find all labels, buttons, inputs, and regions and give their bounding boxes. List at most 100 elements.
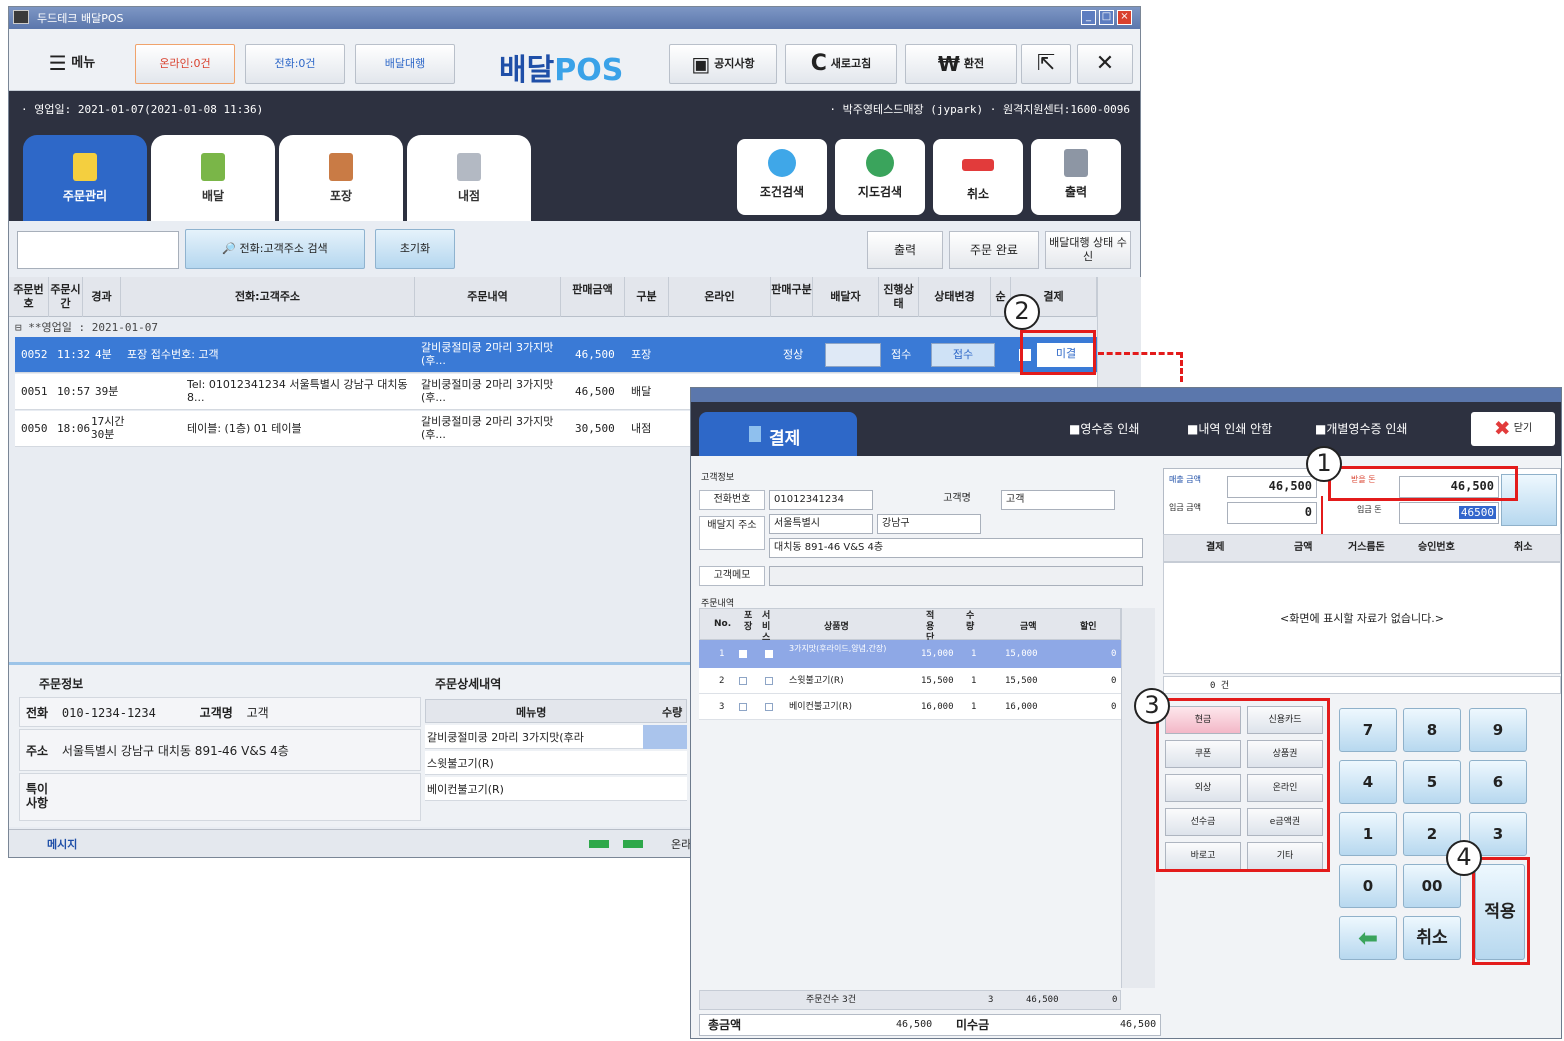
status-led-icon	[623, 840, 643, 848]
address-detail-field[interactable]: 대치동 891-46 V&S 4층	[769, 538, 1143, 558]
calculator-icon	[749, 426, 761, 442]
item-row[interactable]: 1 3가지맛(후라이드,양념,간장) 15,000 1 15,000 0	[699, 640, 1121, 668]
search-input[interactable]	[17, 231, 179, 269]
key-cancel[interactable]: 취소	[1403, 916, 1461, 960]
payment-list-header: 결제 금액 거스름돈 승인번호 취소	[1163, 534, 1561, 562]
minimize-icon[interactable]: _	[1081, 10, 1096, 25]
maximize-icon[interactable]: □	[1099, 10, 1114, 25]
col-rider[interactable]: 배달자	[813, 277, 879, 317]
delivery-status-receive-button[interactable]: 배달대행 상태 수신	[1045, 231, 1131, 269]
won-icon: ₩	[937, 52, 960, 76]
online-orders-button[interactable]: 온라인:0건	[135, 44, 235, 84]
key-1[interactable]: 1	[1339, 812, 1397, 856]
col-items[interactable]: 주문내역	[415, 277, 561, 317]
exit-icon[interactable]: ✕	[1077, 44, 1133, 84]
status-change-button[interactable]: 접수	[931, 343, 995, 367]
key-9[interactable]: 9	[1469, 708, 1527, 752]
receipt-print-option[interactable]: ■영수증 인쇄	[1069, 420, 1139, 437]
condition-search-button[interactable]: 조건검색	[737, 139, 827, 215]
info-bar: · 영업일: 2021-01-07(2021-01-08 11:36) · 박주…	[9, 91, 1140, 125]
key-8[interactable]: 8	[1403, 708, 1461, 752]
district-field[interactable]: 강남구	[877, 514, 981, 534]
service-checkbox[interactable]	[765, 650, 773, 658]
key-6[interactable]: 6	[1469, 760, 1527, 804]
item-row[interactable]: 2 스윗불고기(R) 15,500 1 15,500 0	[699, 668, 1121, 694]
item-row[interactable]: 3 베이컨불고기(R) 16,000 1 16,000 0	[699, 694, 1121, 720]
detail-row[interactable]: 스윗불고기(R)	[425, 751, 687, 775]
takeout-checkbox[interactable]	[739, 703, 747, 711]
col-type[interactable]: 구분	[625, 277, 669, 317]
delivery-agent-button[interactable]: 배달대행	[355, 44, 455, 84]
map-search-button[interactable]: 지도검색	[835, 139, 925, 215]
phone-field[interactable]: 01012341234	[769, 490, 873, 510]
clipboard-icon	[73, 153, 97, 181]
store-info: · 박주영테스드매장 (jypark) · 원격지원센터:1600-0096	[829, 103, 1130, 116]
table-row[interactable]: 0052 11:32 4분 포장 접수번호: 고객 갈비쿵절미쿵 2마리 3가지…	[15, 337, 1097, 373]
city-field[interactable]: 서울특별시	[769, 514, 873, 534]
col-address[interactable]: 전화:고객주소	[121, 277, 415, 317]
reset-button[interactable]: 초기화	[375, 229, 455, 269]
business-date: · 영업일: 2021-01-07(2021-01-08 11:36)	[21, 103, 264, 116]
minimize-to-tray-icon[interactable]: ⇱	[1021, 44, 1071, 84]
col-order-no[interactable]: 주문번호	[9, 277, 49, 317]
notice-button[interactable]: ▣ 공지사항	[669, 44, 777, 84]
cancel-order-button[interactable]: 취소	[933, 139, 1023, 215]
search-icon: 🔎	[222, 242, 237, 255]
separate-receipt-option[interactable]: ■개별영수증 인쇄	[1315, 420, 1407, 437]
close-window-icon[interactable]: ×	[1117, 10, 1132, 25]
tab-dine-in[interactable]: 내점	[407, 135, 531, 221]
tab-delivery[interactable]: 배달	[151, 135, 275, 221]
exchange-button[interactable]: ₩ 환전	[905, 44, 1017, 84]
key-5[interactable]: 5	[1403, 760, 1461, 804]
input-amount-field[interactable]: 46500	[1399, 502, 1499, 524]
detail-row[interactable]: 베이컨불고기(R)	[425, 777, 687, 801]
group-row[interactable]: ⊟ **영업일 : 2021-01-07	[9, 317, 1129, 335]
tab-order-management[interactable]: 주문관리	[23, 135, 147, 221]
phone-orders-button[interactable]: 전화:0건	[245, 44, 345, 84]
takeout-checkbox[interactable]	[739, 650, 747, 658]
app-icon	[13, 10, 29, 24]
no-detail-print-option[interactable]: ■내역 인쇄 안함	[1187, 420, 1272, 437]
name-field[interactable]: 고객	[1001, 490, 1115, 510]
connector-line-vertical	[1180, 352, 1183, 382]
col-sale-type[interactable]: 판매구분	[771, 277, 813, 317]
col-order-time[interactable]: 주문시간	[49, 277, 83, 317]
refresh-button[interactable]: C 새로고침	[785, 44, 897, 84]
col-elapsed[interactable]: 경과	[83, 277, 121, 317]
key-7[interactable]: 7	[1339, 708, 1397, 752]
service-checkbox[interactable]	[765, 703, 773, 711]
tab-takeout[interactable]: 포장	[279, 135, 403, 221]
tab-area: 주문관리 배달 포장 내점 조건검색 지도검색 취소 출력	[9, 125, 1140, 221]
close-x-icon: ✖	[1493, 416, 1511, 440]
payment-header: 결제 ■영수증 인쇄 ■내역 인쇄 안함 ■개별영수증 인쇄 ✖ 닫기	[691, 402, 1561, 456]
key-0[interactable]: 0	[1339, 864, 1397, 908]
items-scrollbar[interactable]	[1121, 608, 1155, 988]
total-amount: 46,500	[896, 1019, 933, 1030]
takeout-checkbox[interactable]	[739, 677, 747, 685]
address-label: 배달지 주소	[699, 516, 765, 550]
highlight-box-2	[1020, 330, 1096, 375]
memo-field[interactable]	[769, 566, 1143, 586]
memo-row: 특이 사항	[19, 773, 421, 821]
phone-address-search-button[interactable]: 🔎 전화:고객주소 검색	[185, 229, 365, 269]
backspace-button[interactable]: ⬅	[1339, 916, 1397, 960]
printer-icon	[1064, 149, 1088, 177]
paid-amount-label: 입금 금액	[1169, 503, 1201, 512]
print-list-button[interactable]: 출력	[867, 231, 943, 269]
menu-button[interactable]: ☰ 메뉴	[27, 44, 117, 84]
col-status-change[interactable]: 상태변경	[919, 277, 991, 317]
print-button[interactable]: 출력	[1031, 139, 1121, 215]
col-online[interactable]: 온라인	[669, 277, 771, 317]
order-complete-button[interactable]: 주문 완료	[949, 231, 1039, 269]
col-amount[interactable]: 판매금액	[561, 277, 625, 317]
col-progress[interactable]: 진행상태	[879, 277, 919, 317]
rider-select-button[interactable]	[825, 343, 881, 367]
payment-tab[interactable]: 결제	[699, 412, 857, 456]
order-detail-title: 주문상세내역	[435, 677, 502, 691]
close-button[interactable]: ✖ 닫기	[1471, 412, 1555, 446]
service-checkbox[interactable]	[765, 677, 773, 685]
key-4[interactable]: 4	[1339, 760, 1397, 804]
globe-icon	[866, 149, 894, 177]
highlight-box-4	[1472, 857, 1530, 965]
truck-icon	[201, 153, 225, 181]
